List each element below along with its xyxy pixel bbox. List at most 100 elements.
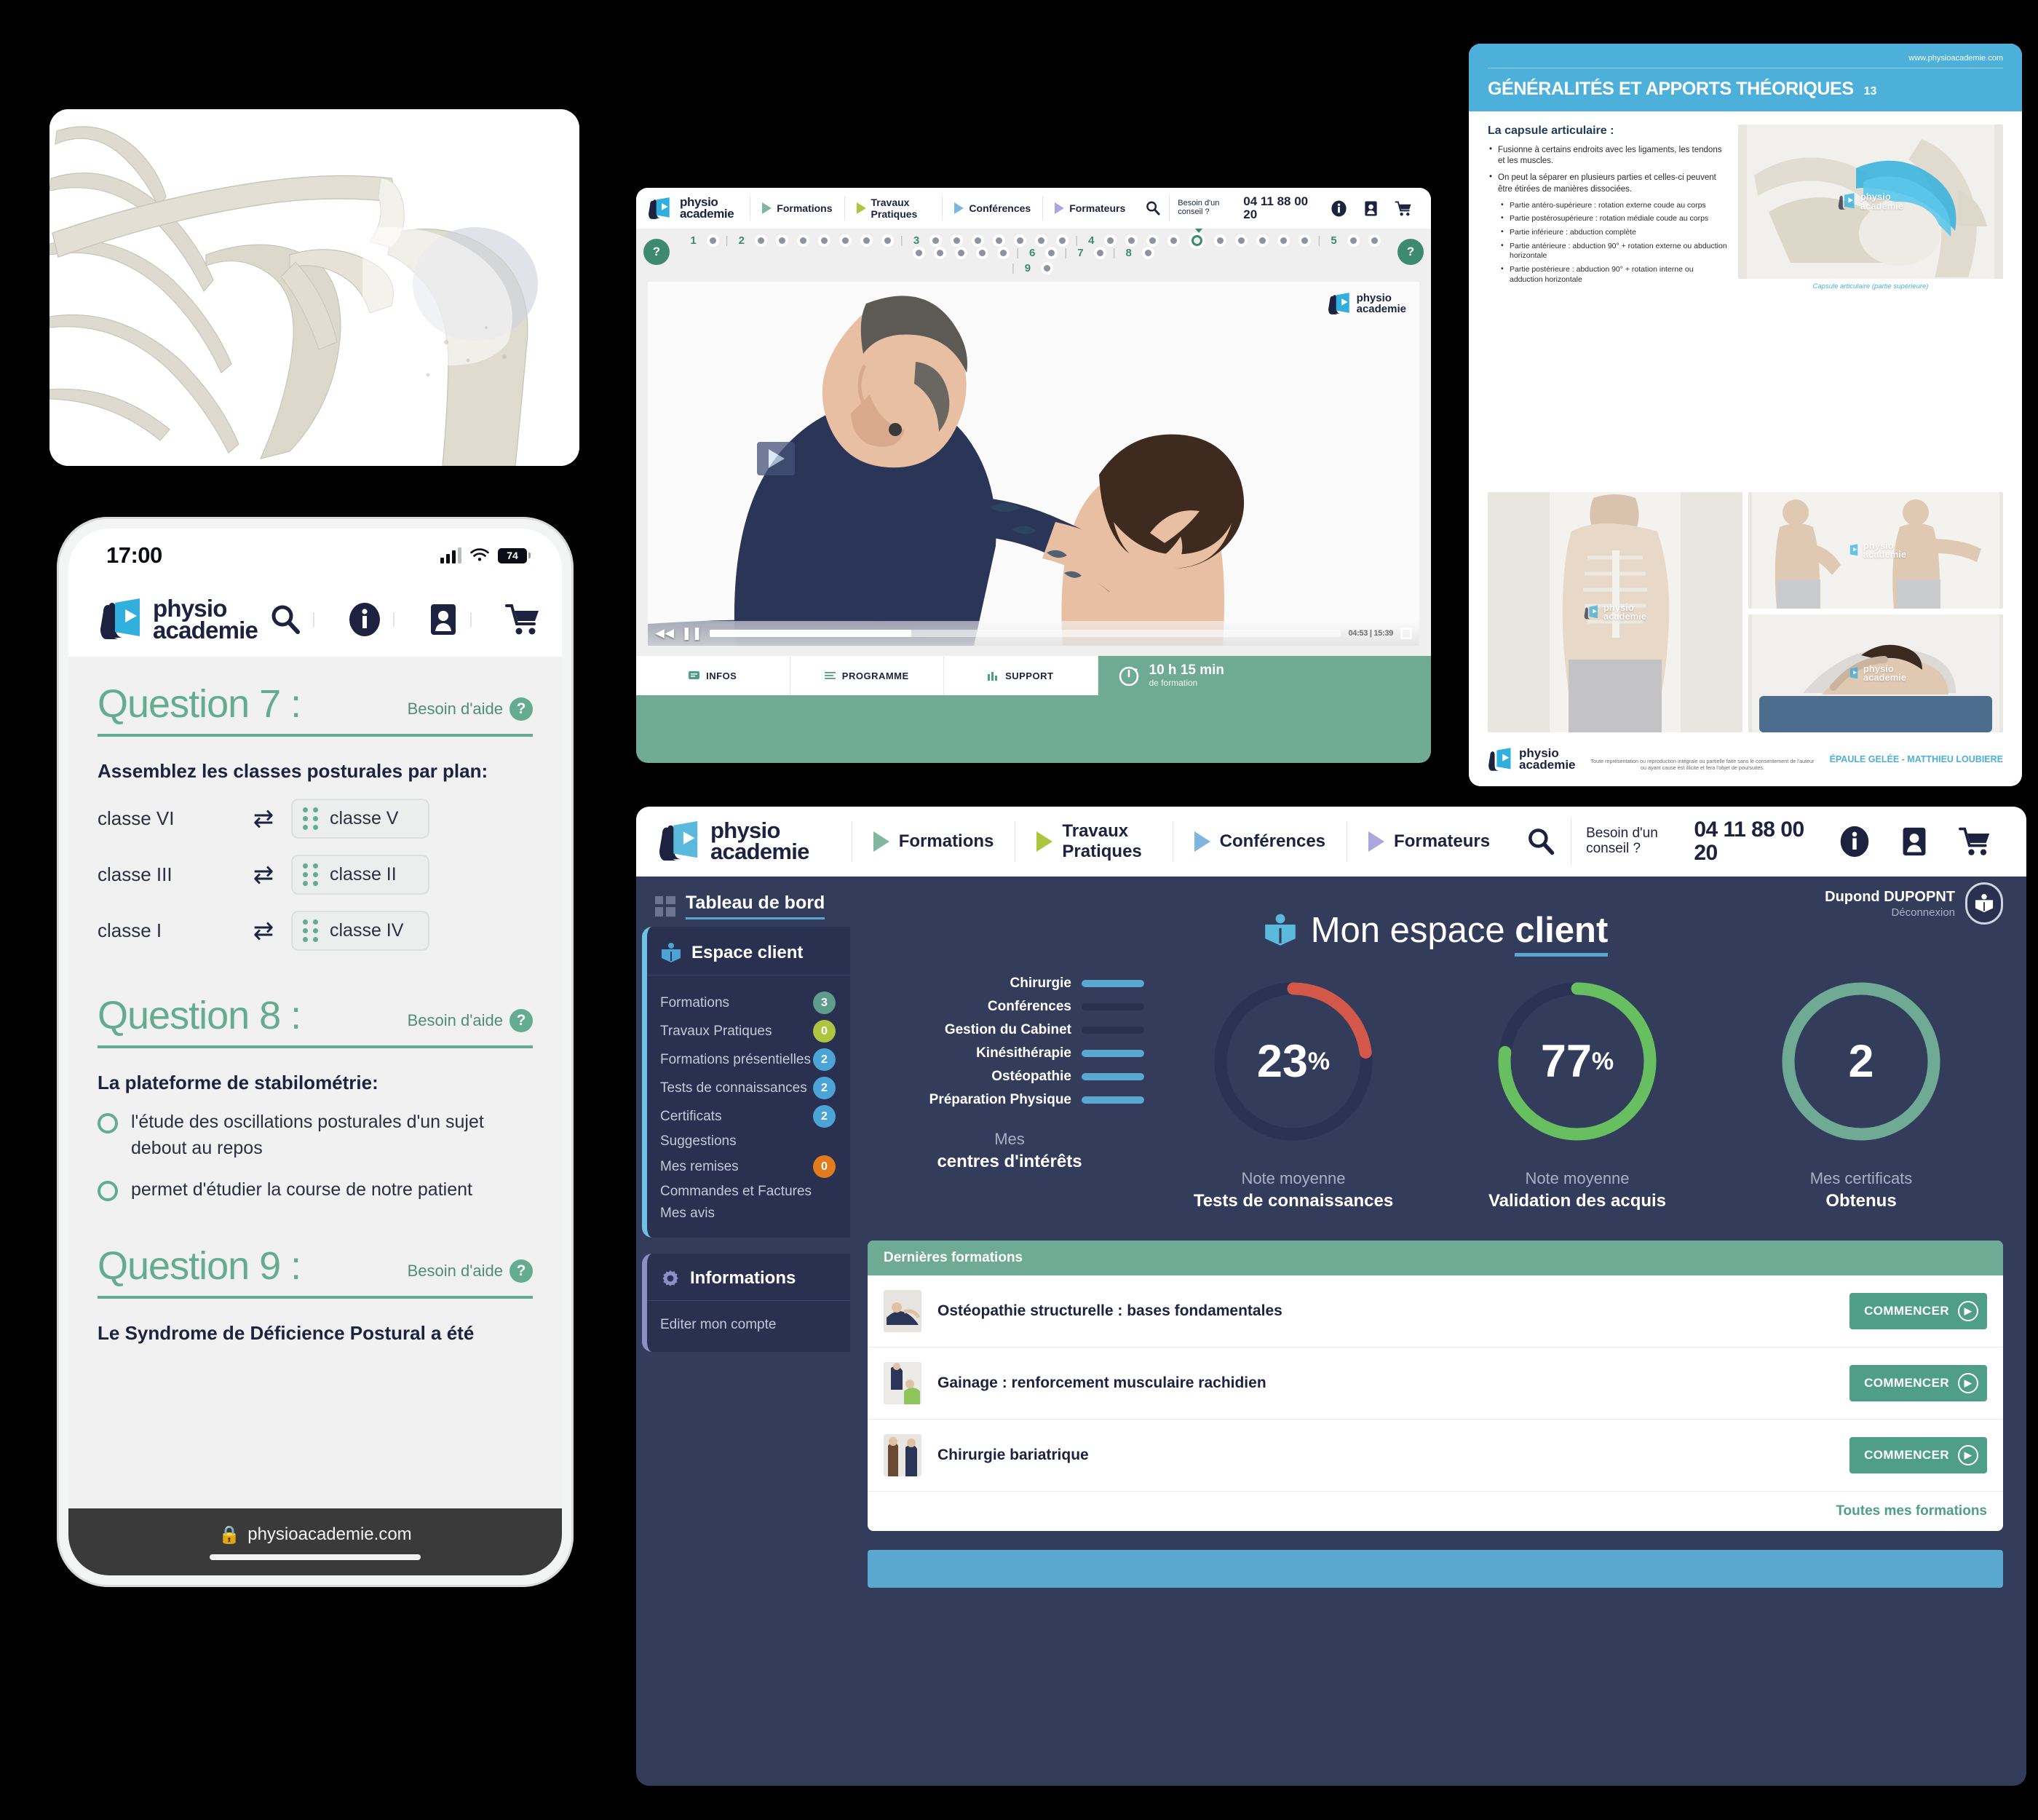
logout-link[interactable]: Déconnexion	[1825, 906, 1955, 919]
chapter-number[interactable]: 5	[1331, 234, 1336, 247]
chapter-dot[interactable]	[937, 250, 944, 256]
start-button[interactable]: COMMENCER ▶	[1849, 1365, 1987, 1402]
nav-item-conferences[interactable]: Conférences	[943, 196, 1044, 221]
info-icon[interactable]	[1824, 826, 1885, 858]
chapter-dot[interactable]	[1044, 265, 1051, 272]
chapter-dot[interactable]	[1280, 237, 1288, 244]
fullscreen-icon[interactable]	[1400, 628, 1412, 639]
radio-option[interactable]: l'étude des oscillations posturales d'un…	[98, 1109, 533, 1162]
all-formations-link[interactable]: Toutes mes formations	[1836, 1503, 1987, 1519]
search-icon[interactable]	[258, 603, 313, 636]
pause-icon[interactable]: ❚❚	[681, 626, 702, 641]
chapter-number[interactable]: 3	[913, 234, 919, 247]
radio-circle-icon[interactable]	[98, 1113, 118, 1133]
sidebar-item-formations-pr-sentielles[interactable]: Formations présentielles 2	[647, 1045, 850, 1074]
chapter-number[interactable]: 7	[1077, 247, 1083, 259]
nav-item-travaux-pratiques[interactable]: Travaux Pratiques	[845, 196, 943, 221]
info-icon[interactable]	[336, 602, 393, 637]
start-button[interactable]: COMMENCER ▶	[1849, 1437, 1987, 1474]
radio-circle-icon[interactable]	[98, 1180, 118, 1201]
search-icon[interactable]	[1511, 826, 1571, 857]
advice-phone-block[interactable]: Besoin d'un conseil ? 04 11 88 00 20	[1571, 818, 1824, 866]
account-icon[interactable]	[1355, 200, 1387, 217]
chapter-dot[interactable]	[1128, 237, 1135, 244]
chapter-markers[interactable]: 1 | 2 | 3 | 4 | 5 | 6 | 7 | 8 | 9	[636, 229, 1431, 274]
rewind-icon[interactable]: ◀◀	[655, 626, 674, 641]
chapter-number[interactable]: 4	[1088, 234, 1094, 247]
user-account-block[interactable]: Dupond DUPOPNT Déconnexion	[1825, 882, 2003, 925]
chapter-dot[interactable]	[932, 237, 940, 244]
chapter-dot[interactable]	[1170, 237, 1178, 244]
help-link[interactable]: Besoin d'aide ?	[408, 1259, 533, 1289]
brand-logo[interactable]: physio academie	[99, 596, 258, 642]
sidebar-item-certificats[interactable]: Certificats 2	[647, 1102, 850, 1131]
start-button[interactable]: COMMENCER ▶	[1849, 1293, 1987, 1330]
quiz-button-right[interactable]: ?	[1397, 239, 1424, 265]
drag-handle-icon[interactable]	[303, 863, 318, 886]
sidebar-item-suggestions[interactable]: Suggestions	[647, 1131, 850, 1152]
chapter-dot[interactable]	[820, 237, 828, 244]
chapter-dot[interactable]	[841, 237, 849, 244]
chapter-dot[interactable]	[709, 237, 716, 244]
chapter-dot[interactable]	[1349, 237, 1357, 244]
sidebar-item-tests-de-connaissances[interactable]: Tests de connaissances 2	[647, 1074, 850, 1102]
chapter-dot[interactable]	[863, 237, 870, 244]
search-icon[interactable]	[1137, 200, 1169, 216]
sidebar-item-tableau-de-bord[interactable]: Tableau de bord	[636, 893, 850, 927]
chapter-dot[interactable]	[1048, 250, 1055, 256]
chapter-dot[interactable]	[799, 237, 806, 244]
quiz-button-left[interactable]: ?	[643, 239, 670, 265]
cart-icon[interactable]	[1387, 200, 1421, 217]
chapter-dot-current[interactable]	[1192, 229, 1203, 246]
match-draggable-chip[interactable]: classe IV	[291, 911, 429, 951]
help-link[interactable]: Besoin d'aide ?	[408, 1009, 533, 1038]
nav-item-travaux-pratiques[interactable]: Travaux Pratiques	[1015, 821, 1173, 862]
chapter-dot[interactable]	[1059, 237, 1066, 244]
sidebar-item-travaux-pratiques[interactable]: Travaux Pratiques 0	[647, 1017, 850, 1045]
chapter-dot[interactable]	[1144, 250, 1151, 256]
chapter-dot[interactable]	[884, 237, 891, 244]
account-icon[interactable]	[1885, 826, 1943, 858]
chapter-dot[interactable]	[1259, 237, 1266, 244]
chapter-dot[interactable]	[916, 250, 923, 256]
help-link[interactable]: Besoin d'aide ?	[408, 697, 533, 727]
chapter-dot[interactable]	[1038, 237, 1045, 244]
chapter-dot[interactable]	[1371, 237, 1378, 244]
chapter-progress-bar[interactable]: ? ? 1 | 2 | 3 | 4 | 5 | 6 | 7 | 8 | 9	[636, 229, 1431, 282]
nav-item-formations[interactable]: Formations	[851, 821, 1016, 862]
video-scrubber[interactable]	[709, 630, 1341, 637]
chapter-dot[interactable]	[953, 237, 961, 244]
sidebar-item-commandes-et-factures[interactable]: Commandes et Factures	[647, 1181, 850, 1203]
chapter-dot[interactable]	[975, 237, 982, 244]
match-draggable-chip[interactable]: classe II	[291, 855, 429, 895]
sidebar-item-formations[interactable]: Formations 3	[647, 989, 850, 1017]
drag-handle-icon[interactable]	[303, 919, 318, 942]
chapter-dot[interactable]	[1096, 250, 1103, 256]
video-frame[interactable]: physio academie ◀◀ ❚❚ 04:53 | 15:39	[648, 282, 1419, 646]
chapter-dot[interactable]	[1149, 237, 1157, 244]
chapter-dot[interactable]	[1217, 237, 1224, 244]
account-icon[interactable]	[416, 602, 470, 637]
nav-item-formateurs[interactable]: Formateurs	[1043, 196, 1137, 221]
chapter-dot[interactable]	[1000, 250, 1007, 256]
browser-url-bar[interactable]: 🔒 physioacademie.com	[68, 1508, 562, 1575]
chapter-dot[interactable]	[1238, 237, 1245, 244]
sidebar-item-editer-mon-compte[interactable]: Editer mon compte	[647, 1314, 850, 1336]
chapter-dot[interactable]	[1301, 237, 1309, 244]
cart-icon[interactable]	[493, 602, 553, 637]
nav-item-formations[interactable]: Formations	[750, 196, 845, 221]
cart-icon[interactable]	[1943, 826, 2007, 858]
brand-logo[interactable]: physio academie	[658, 819, 809, 863]
tab-infos[interactable]: INFOS	[636, 656, 790, 695]
sidebar-item-mes-remises[interactable]: Mes remises 0	[647, 1152, 850, 1181]
chapter-dot[interactable]	[1017, 237, 1024, 244]
nav-item-conferences[interactable]: Conférences	[1173, 821, 1348, 862]
chapter-dot[interactable]	[958, 250, 965, 256]
chapter-dot[interactable]	[1107, 237, 1114, 244]
chapter-dot[interactable]	[757, 237, 764, 244]
chapter-dot[interactable]	[979, 250, 986, 256]
advice-phone-block[interactable]: Besoin d'un conseil ? 04 11 88 00 20	[1169, 195, 1323, 221]
info-icon[interactable]	[1323, 199, 1355, 217]
tab-support[interactable]: SUPPORT	[944, 656, 1098, 695]
drag-handle-icon[interactable]	[303, 807, 318, 830]
